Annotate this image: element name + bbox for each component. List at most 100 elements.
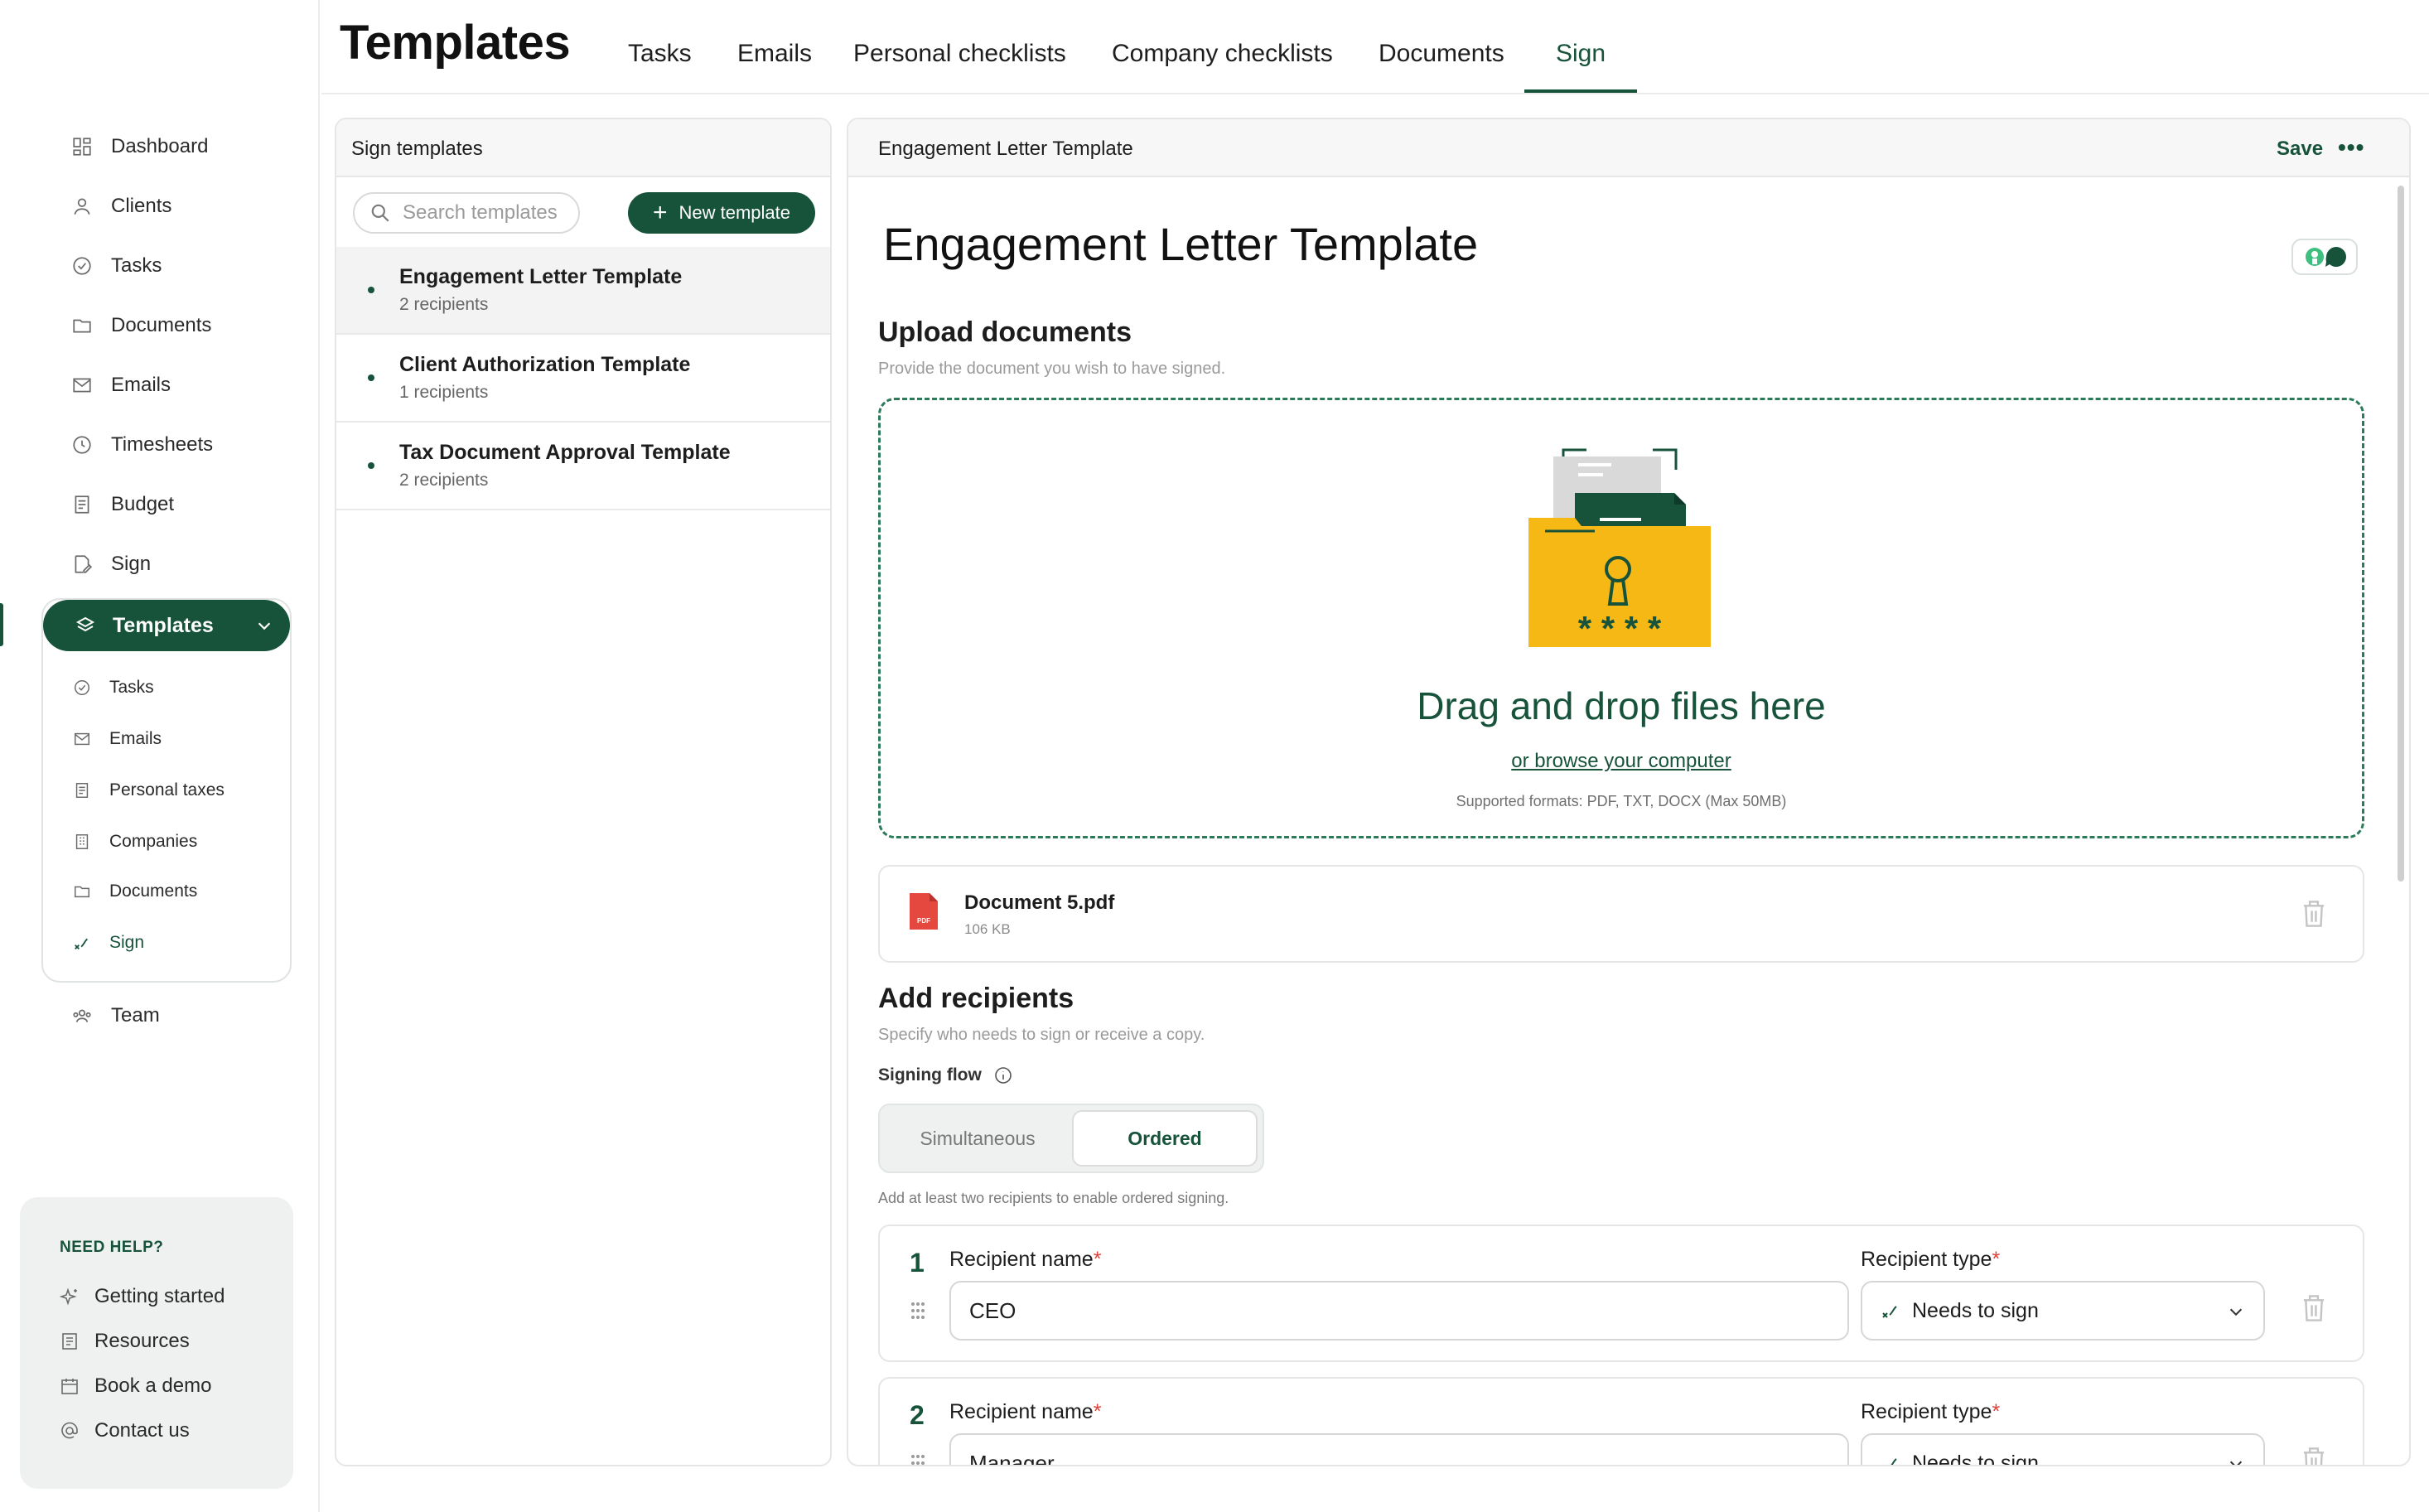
recipient-type-select[interactable]: Needs to sign [1861, 1433, 2265, 1465]
sidebar-item-label: Emails [111, 374, 171, 396]
trash-icon[interactable] [2301, 1294, 2326, 1322]
folder-icon [73, 882, 91, 901]
browse-link[interactable]: or browse your computer [881, 750, 2362, 773]
building-icon [73, 833, 91, 851]
submenu-item-label: Tasks [109, 678, 154, 697]
recipient-type-label: Recipient type* [1861, 1248, 2000, 1272]
svg-text:* * * *: * * * * [1578, 609, 1662, 648]
plus-icon: + [652, 199, 668, 226]
status-dot [368, 462, 374, 469]
search-input[interactable] [403, 201, 560, 225]
sidebar-item-sign[interactable]: Sign [71, 546, 151, 582]
submenu-item-tasks[interactable]: Tasks [73, 673, 154, 703]
recipient-name-label-text: Recipient name [949, 1248, 1094, 1271]
file-dropzone[interactable]: * * * * Drag and drop files here or brow… [878, 398, 2364, 838]
help-item-getting-started[interactable]: Getting started [60, 1280, 225, 1313]
receipt-icon [73, 781, 91, 799]
tab-emails[interactable]: Emails [737, 40, 812, 68]
tab-company-checklists[interactable]: Company checklists [1112, 40, 1333, 68]
submenu-item-companies[interactable]: Companies [73, 827, 197, 857]
templates-list-panel: Sign templates + New template Engagement… [335, 118, 832, 1466]
collaborator-icon [2306, 247, 2346, 268]
submenu-item-label: Personal taxes [109, 780, 225, 799]
submenu-item-label: Sign [109, 933, 145, 952]
help-panel: NEED HELP? Getting started Resources Boo… [20, 1197, 293, 1489]
trash-icon[interactable] [2301, 1447, 2326, 1466]
folder-icon [71, 315, 93, 336]
template-editor-panel: Engagement Letter Template Save ••• Enga… [847, 118, 2411, 1466]
sidebar-item-budget[interactable]: Budget [71, 486, 174, 523]
trash-icon[interactable] [2301, 900, 2326, 928]
page-title: Templates [340, 16, 571, 70]
drag-handle-icon[interactable] [910, 1453, 926, 1466]
template-list-item[interactable]: Tax Document Approval Template 2 recipie… [336, 423, 830, 510]
submenu-item-sign[interactable]: Sign [73, 928, 144, 958]
signature-icon [1891, 1458, 1897, 1465]
tab-sign[interactable]: Sign [1556, 40, 1606, 68]
help-item-label: Getting started [94, 1285, 225, 1307]
submenu-item-documents[interactable]: Documents [73, 877, 197, 906]
list-title: Sign templates [351, 138, 483, 160]
recipients-section-title: Add recipients [878, 983, 1074, 1014]
new-template-button[interactable]: + New template [628, 192, 815, 234]
recipient-name-input[interactable]: CEO [949, 1281, 1849, 1341]
help-item-book-demo[interactable]: Book a demo [60, 1369, 211, 1403]
template-name: Engagement Letter Template [399, 265, 683, 288]
recipients-section-desc: Specify who needs to sign or receive a c… [878, 1026, 1205, 1044]
book-icon [60, 1331, 80, 1351]
more-options-icon[interactable]: ••• [2338, 134, 2364, 161]
sidebar-item-label: Team [111, 1004, 160, 1027]
dropzone-title: Drag and drop files here [1417, 684, 1826, 727]
submenu-item-personal-taxes[interactable]: Personal taxes [73, 775, 225, 805]
required-mark: * [1992, 1400, 2001, 1423]
sidebar-item-clients[interactable]: Clients [71, 188, 171, 225]
recipient-type-select[interactable]: Needs to sign [1861, 1281, 2265, 1341]
help-item-resources[interactable]: Resources [60, 1325, 190, 1358]
sparkles-icon [60, 1287, 80, 1307]
sidebar-item-label: Tasks [111, 254, 162, 277]
supported-formats: Supported formats: PDF, TXT, DOCX (Max 5… [1456, 793, 1787, 809]
tab-tasks[interactable]: Tasks [628, 40, 692, 68]
info-icon[interactable] [993, 1065, 1013, 1085]
submenu-item-emails[interactable]: Emails [73, 724, 162, 754]
user-icon [71, 196, 93, 217]
search-box[interactable] [353, 192, 580, 234]
sidebar-item-label: Clients [111, 195, 172, 217]
template-title[interactable]: Engagement Letter Template [883, 217, 1478, 271]
template-list-item[interactable]: Client Authorization Template 1 recipien… [336, 335, 830, 423]
recipient-index: 2 [910, 1400, 925, 1430]
recipient-type-value: Needs to sign [1912, 1298, 2039, 1322]
recipient-name-input[interactable]: Manager [949, 1433, 1849, 1465]
help-item-label: Contact us [94, 1419, 190, 1442]
check-circle-icon [73, 679, 91, 697]
sidebar-item-label: Timesheets [111, 433, 214, 456]
sidebar-item-tasks[interactable]: Tasks [71, 248, 162, 284]
recipient-name-label-text: Recipient name [949, 1400, 1094, 1423]
chevron-down-icon [2229, 1308, 2243, 1316]
sidebar-item-emails[interactable]: Emails [71, 367, 171, 403]
sidebar-item-templates[interactable]: Templates [43, 600, 290, 651]
flow-option-ordered[interactable]: Ordered [1072, 1110, 1258, 1167]
sidebar-item-timesheets[interactable]: Timesheets [71, 427, 213, 463]
signing-flow-toggle: Simultaneous Ordered [878, 1104, 1264, 1173]
tab-personal-checklists[interactable]: Personal checklists [853, 40, 1066, 68]
save-button[interactable]: Save [2277, 138, 2323, 161]
flow-option-simultaneous[interactable]: Simultaneous [885, 1110, 1070, 1167]
signing-flow-text: Signing flow [878, 1065, 982, 1084]
clock-icon [71, 434, 93, 456]
template-name: Tax Document Approval Template [399, 441, 731, 464]
chevron-down-icon [2229, 1461, 2243, 1465]
help-item-contact[interactable]: Contact us [60, 1414, 190, 1447]
secure-folder-illustration: * * * * [1528, 448, 1711, 648]
sidebar-item-dashboard[interactable]: Dashboard [71, 128, 208, 165]
sidebar-item-documents[interactable]: Documents [71, 307, 211, 344]
tab-documents[interactable]: Documents [1379, 40, 1504, 68]
signing-flow-hint: Add at least two recipients to enable or… [878, 1190, 1229, 1206]
collaborators-badge[interactable] [2291, 239, 2358, 275]
chevron-down-icon[interactable] [255, 616, 273, 635]
required-mark: * [1992, 1248, 2001, 1271]
sidebar-item-team[interactable]: Team [71, 998, 160, 1034]
template-list-item[interactable]: Engagement Letter Template 2 recipients [336, 247, 830, 335]
scrollbar[interactable] [2398, 186, 2404, 882]
drag-handle-icon[interactable] [910, 1301, 926, 1321]
